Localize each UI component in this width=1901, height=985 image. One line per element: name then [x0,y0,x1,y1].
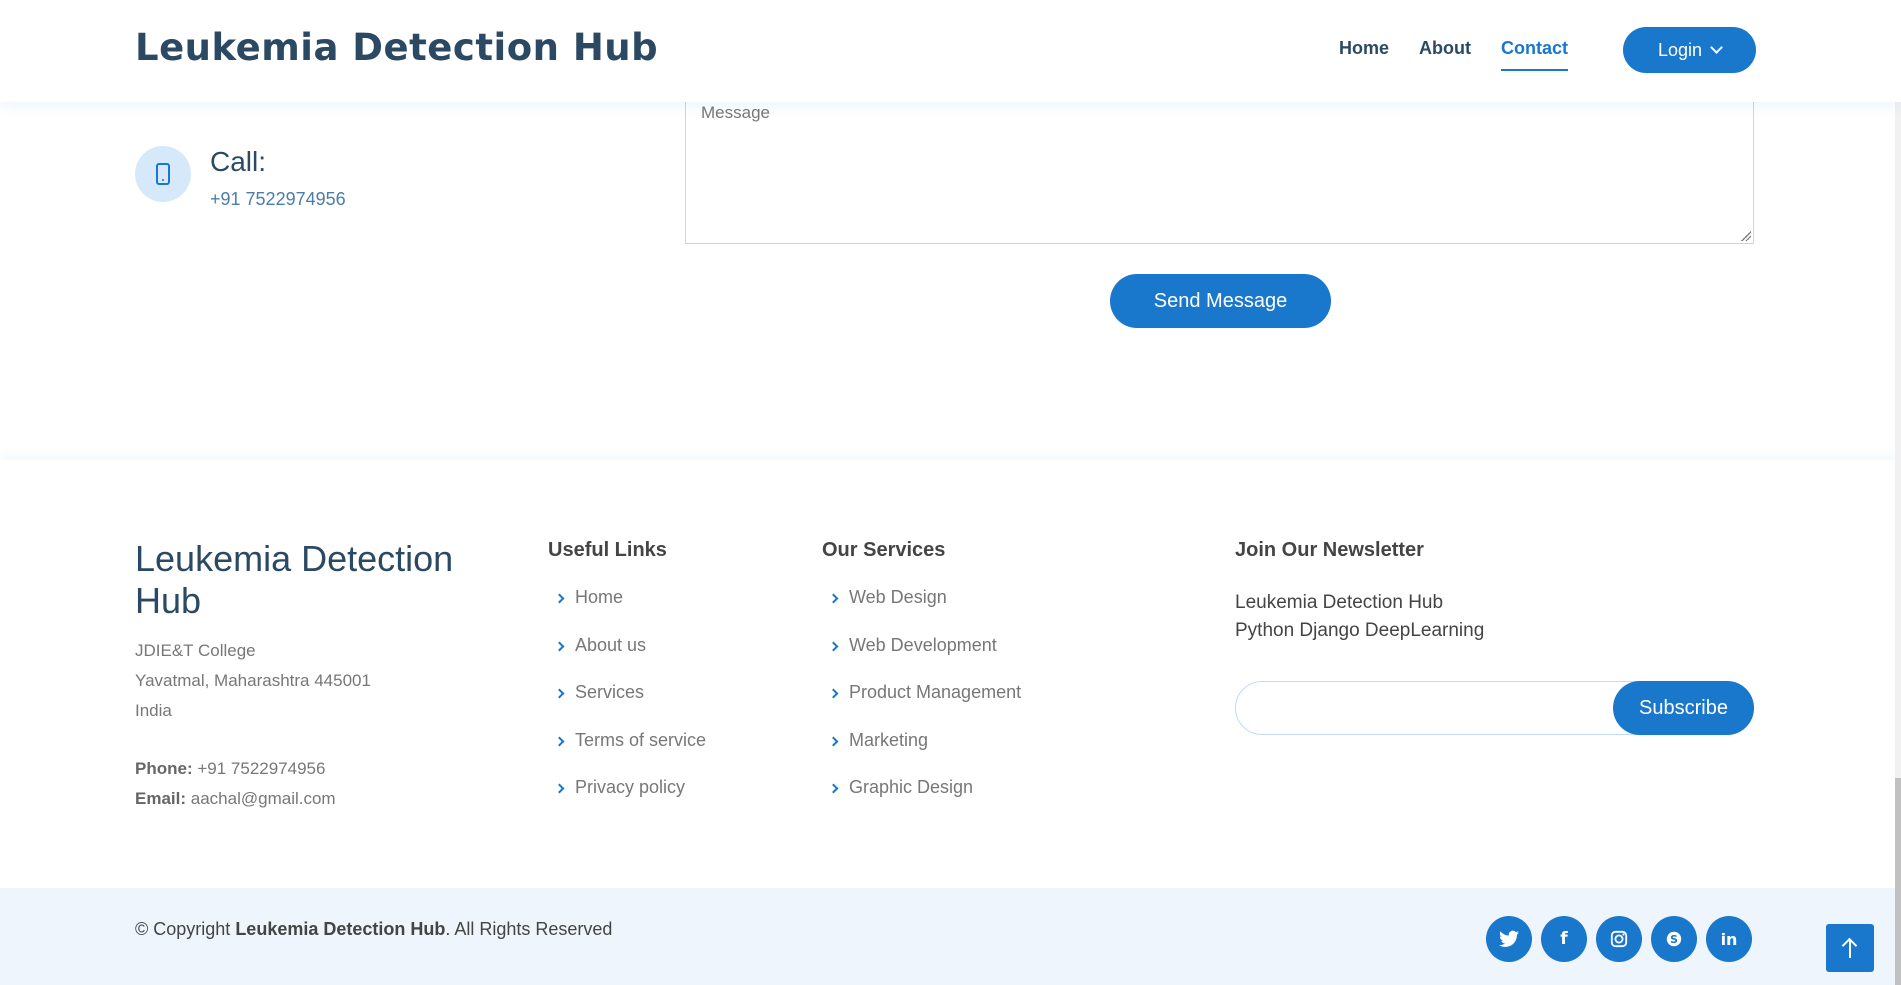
twitter-icon[interactable] [1486,916,1532,962]
footer-phone: +91 7522974956 [197,759,326,778]
main-nav: Home About Contact [1339,38,1568,71]
newsletter-line: Python Django DeepLearning [1235,620,1485,641]
subscribe-button[interactable]: Subscribe [1613,681,1754,735]
svg-text:S: S [1670,933,1678,946]
address-line: Yavatmal, Maharashtra 445001 [135,671,371,690]
footer-address: JDIE&T College Yavatmal, Maharashtra 445… [135,636,371,726]
newsletter-email-input[interactable] [1256,692,1616,726]
call-title: Call: [210,146,267,177]
footer-link-home[interactable]: Home [554,587,706,635]
services-list: Web Design Web Development Product Manag… [828,587,1021,825]
page-scrollbar[interactable] [1895,0,1901,985]
service-link[interactable]: Web Development [828,635,1021,683]
linkedin-icon[interactable]: in [1706,916,1752,962]
chevron-right-icon [828,641,839,651]
facebook-icon[interactable]: f [1541,916,1587,962]
chevron-right-icon [554,688,565,699]
instagram-icon[interactable] [1596,916,1642,962]
skype-icon[interactable]: S [1651,916,1697,962]
footer-link-terms[interactable]: Terms of service [554,730,706,778]
resize-handle-icon[interactable] [1741,231,1751,241]
chevron-right-icon [828,783,839,794]
footer-email: aachal@gmail.com [190,789,336,808]
message-placeholder: Message [701,103,770,122]
service-link[interactable]: Marketing [828,730,1021,778]
newsletter-title: Join Our Newsletter [1235,539,1424,561]
useful-links-list: Home About us Services Terms of service … [554,587,706,825]
chevron-right-icon [828,688,839,699]
address-line: India [135,701,172,720]
footer-brand: Leukemia Detection Hub [135,538,454,621]
site-header: Leukemia Detection Hub Home About Contac… [0,0,1901,102]
chevron-down-icon [1710,41,1723,54]
newsletter-text: Leukemia Detection Hub Python Django Dee… [1235,589,1484,645]
scrollbar-thumb[interactable] [1895,778,1901,985]
send-message-button[interactable]: Send Message [1110,274,1331,328]
chevron-right-icon [554,641,565,651]
copyright-text: © Copyright Leukemia Detection Hub. All … [135,919,613,939]
services-title: Our Services [822,539,946,561]
chevron-right-icon [828,736,839,746]
newsletter-form: Subscribe [1235,681,1754,735]
phone-label: Phone: [135,759,193,778]
chevron-right-icon [554,593,565,604]
call-phone-number: +91 7522974956 [210,189,346,209]
newsletter-line: Leukemia Detection Hub [1235,592,1444,613]
back-to-top-button[interactable] [1826,924,1874,972]
service-link[interactable]: Graphic Design [828,777,1021,825]
nav-home[interactable]: Home [1339,38,1389,71]
chevron-right-icon [554,783,565,794]
address-line: JDIE&T College [135,641,256,660]
chevron-right-icon [828,593,839,604]
service-link[interactable]: Product Management [828,682,1021,730]
chevron-right-icon [554,736,565,746]
footer-link-privacy[interactable]: Privacy policy [554,777,706,825]
site-logo[interactable]: Leukemia Detection Hub [135,26,658,69]
email-label: Email: [135,789,187,808]
service-link[interactable]: Web Design [828,587,1021,635]
footer-link-services[interactable]: Services [554,682,706,730]
nav-contact[interactable]: Contact [1501,38,1568,71]
nav-about[interactable]: About [1419,38,1471,71]
login-dropdown-button[interactable]: Login [1623,27,1756,73]
footer-link-about[interactable]: About us [554,635,706,683]
message-textarea[interactable]: Message [685,90,1754,244]
login-label: Login [1657,39,1703,60]
useful-links-title: Useful Links [548,539,667,561]
social-links: f S in [1486,916,1752,962]
phone-icon [135,146,191,202]
footer-contact: Phone: +91 7522974956 Email: aachal@gmai… [135,754,336,814]
